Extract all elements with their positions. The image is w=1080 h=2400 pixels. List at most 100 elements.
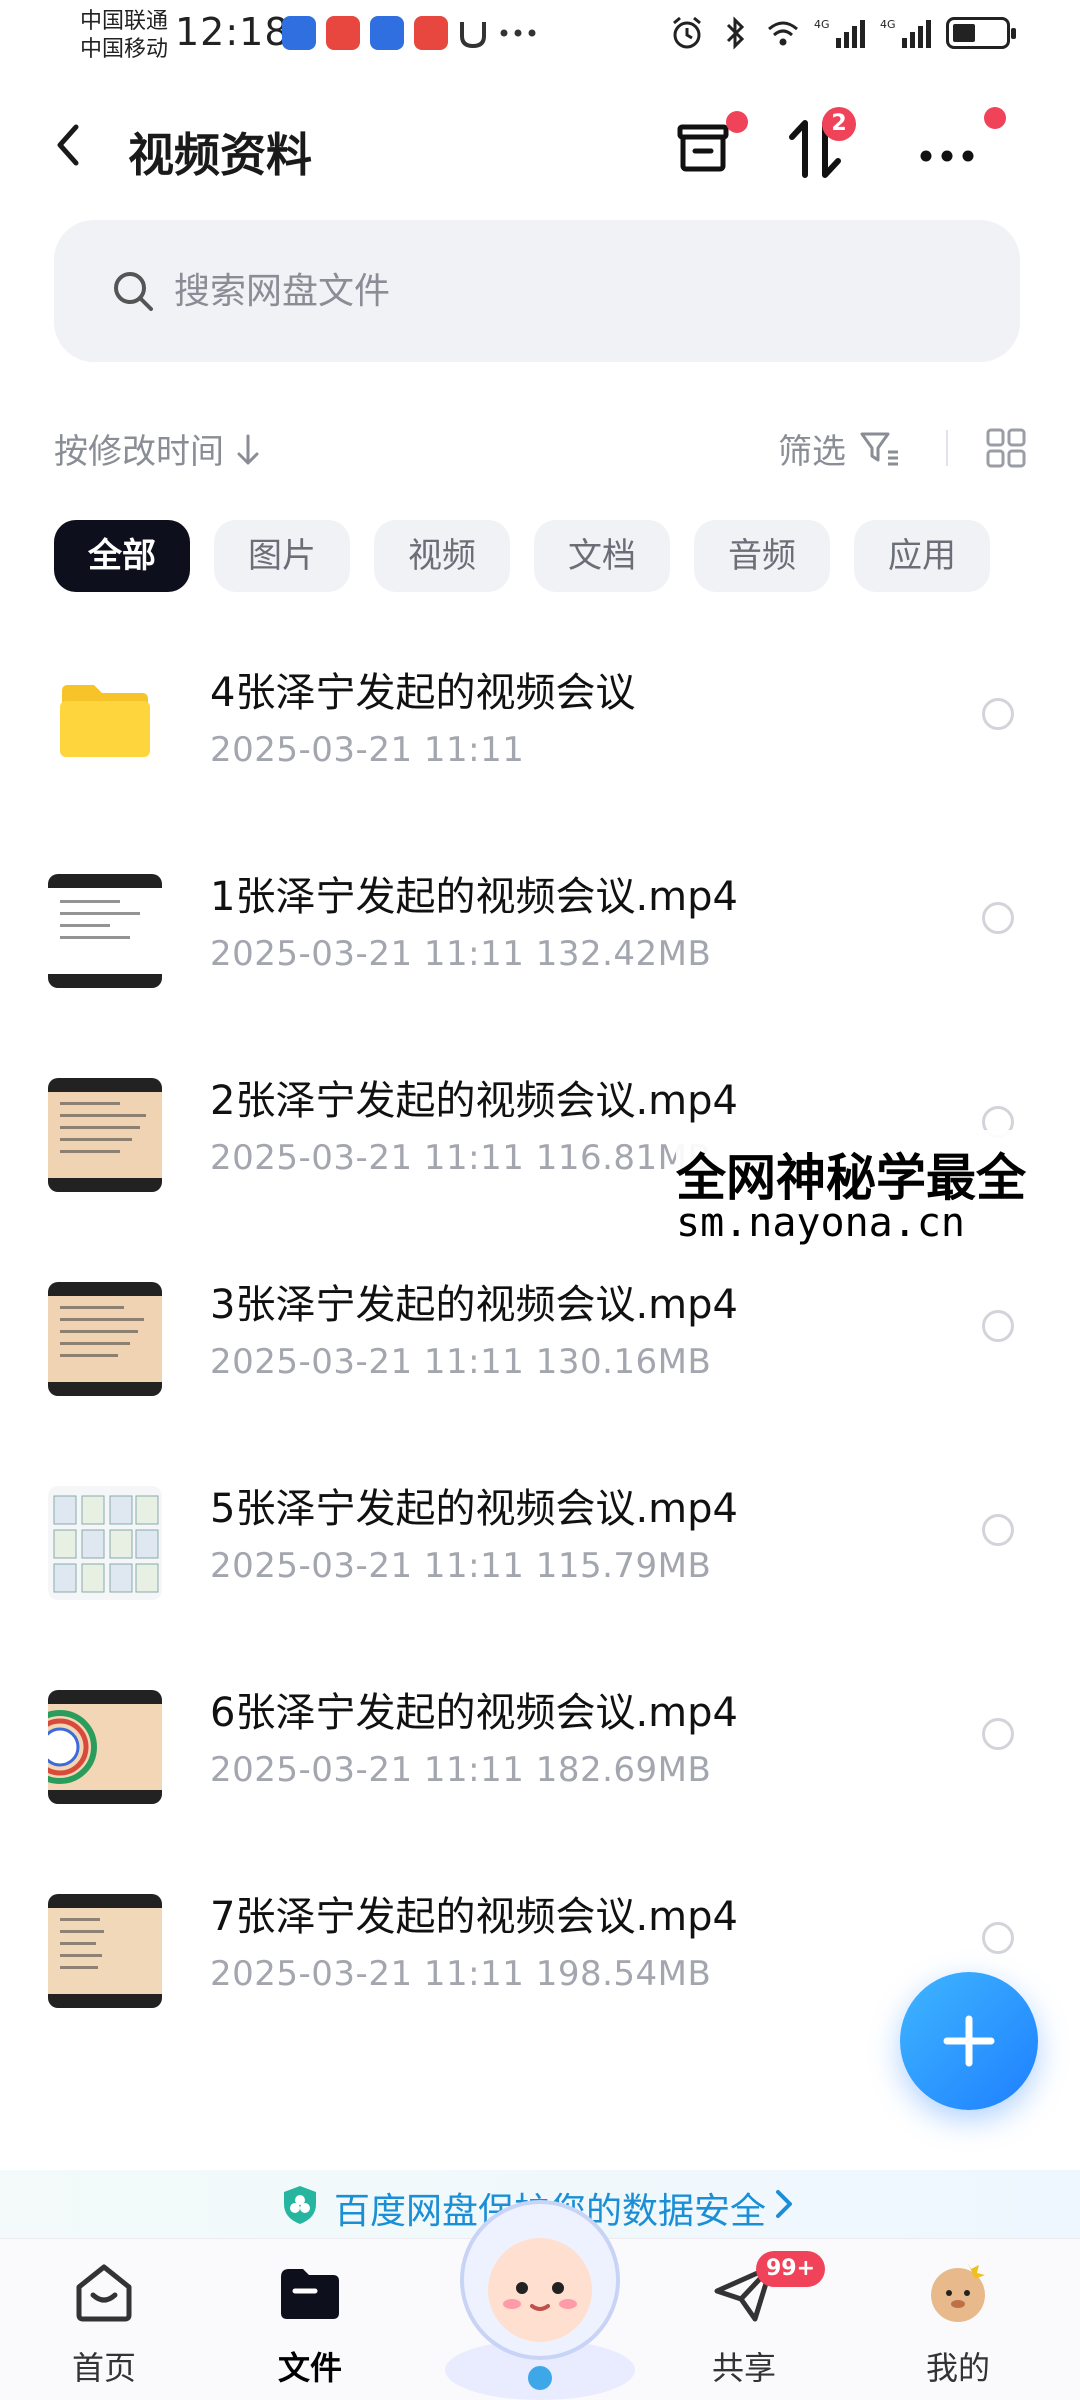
category-tabs: 全部 图片 视频 文档 音频 应用	[54, 520, 990, 592]
folder-icon	[281, 2269, 339, 2319]
filter-label[interactable]: 筛选	[778, 424, 846, 473]
watermark-url: sm.nayona.cn	[676, 1200, 965, 1246]
avatar-icon	[931, 2261, 985, 2322]
app-notification-icon	[282, 16, 316, 50]
transfer-badge: 2	[822, 107, 856, 141]
add-button[interactable]	[900, 1972, 1038, 2110]
nav-share[interactable]: 99+ 共享	[664, 2251, 826, 2397]
select-checkbox[interactable]	[982, 698, 1014, 730]
more-icon	[920, 150, 974, 162]
file-name: 6张泽宁发起的视频会议.mp4	[210, 1690, 738, 1736]
notification-dot	[726, 111, 748, 133]
file-meta: 2025-03-21 11:11 198.54MB	[210, 1954, 712, 1994]
select-checkbox[interactable]	[982, 902, 1014, 934]
video-thumbnail	[48, 1282, 162, 1396]
app-notification-icon	[370, 16, 404, 50]
video-thumbnail	[48, 1690, 162, 1804]
folder-icon	[60, 685, 150, 757]
plus-icon	[943, 2015, 995, 2067]
archive-button[interactable]	[668, 111, 748, 183]
search-input[interactable]	[174, 220, 974, 362]
wheel-diagram-thumbnail	[48, 1710, 97, 1784]
file-name: 5张泽宁发起的视频会议.mp4	[210, 1486, 738, 1532]
select-checkbox[interactable]	[982, 1514, 1014, 1546]
clock: 12:18	[175, 10, 290, 54]
arrow-down-icon	[237, 434, 259, 465]
file-meta: 2025-03-21 11:11 182.69MB	[210, 1750, 712, 1790]
tab-images[interactable]: 图片	[214, 520, 350, 592]
app-notification-icon	[414, 16, 448, 50]
file-name: 3张泽宁发起的视频会议.mp4	[210, 1282, 738, 1328]
notification-dot	[984, 107, 1006, 129]
file-name: 7张泽宁发起的视频会议.mp4	[210, 1894, 738, 1940]
divider	[946, 430, 948, 466]
watermark-overlay: 全网神秘学最全 sm.nayona.cn	[676, 1130, 1080, 1248]
network-2-label: 4G	[880, 18, 896, 31]
nav-share-label: 共享	[711, 2349, 776, 2387]
select-checkbox[interactable]	[982, 1718, 1014, 1750]
file-meta: 2025-03-21 11:11	[210, 730, 525, 770]
carrier-2: 中国移动	[80, 37, 169, 62]
system-status: 4G 4G	[670, 16, 1016, 50]
alarm-icon	[673, 16, 701, 49]
video-thumbnail	[48, 1894, 162, 2008]
signal-icon: 4G	[880, 18, 931, 48]
nav-home[interactable]: 首页	[24, 2257, 184, 2397]
transfer-button[interactable]: 2	[780, 107, 856, 183]
grid-view-icon[interactable]	[984, 426, 1028, 470]
file-list: 4张泽宁发起的视频会议 2025-03-21 11:11 1张泽宁发起的视频会议…	[0, 620, 1080, 2048]
tab-audio[interactable]: 音频	[694, 520, 830, 592]
wifi-icon	[768, 21, 798, 46]
file-meta: 2025-03-21 11:11 115.79MB	[210, 1546, 712, 1586]
chart-grid-thumbnail	[53, 1495, 159, 1593]
video-thumbnail	[48, 874, 162, 988]
file-name: 1张泽宁发起的视频会议.mp4	[210, 874, 738, 920]
back-arrow-icon[interactable]	[48, 117, 88, 173]
sort-label: 按修改时间	[54, 432, 224, 472]
nav-files-label: 文件	[277, 2349, 342, 2387]
home-icon	[76, 2264, 132, 2322]
notification-icons	[282, 16, 538, 50]
file-row-video[interactable]: 1张泽宁发起的视频会议.mp4 2025-03-21 11:11 132.42M…	[0, 824, 1080, 1028]
network-1-label: 4G	[814, 18, 830, 31]
file-name: 4张泽宁发起的视频会议	[210, 670, 636, 716]
nav-home-label: 首页	[71, 2349, 136, 2387]
notification-icon	[460, 22, 486, 49]
chevron-right-icon	[776, 2190, 792, 2218]
video-thumbnail	[48, 1078, 162, 1192]
file-row-video[interactable]: 5张泽宁发起的视频会议.mp4 2025-03-21 11:11 115.79M…	[0, 1436, 1080, 1640]
nav-files[interactable]: 文件	[230, 2257, 390, 2397]
carrier-1: 中国联通	[80, 9, 169, 34]
select-checkbox[interactable]	[982, 1922, 1014, 1954]
nav-mine-label: 我的	[925, 2349, 990, 2387]
carrier-info: 中国联通 中国移动	[80, 8, 168, 64]
search-bar[interactable]	[54, 220, 1020, 362]
bluetooth-icon	[726, 16, 745, 50]
shield-icon	[284, 2186, 316, 2224]
file-meta: 2025-03-21 11:11 130.16MB	[210, 1342, 712, 1382]
more-button[interactable]	[912, 107, 1006, 183]
app-notification-icon	[326, 16, 360, 50]
select-checkbox[interactable]	[982, 1310, 1014, 1342]
video-thumbnail	[48, 1486, 162, 1600]
signal-icon: 4G	[814, 18, 865, 48]
sort-row: 按修改时间 筛选	[0, 418, 1080, 478]
file-meta: 2025-03-21 11:11 132.42MB	[210, 934, 712, 974]
file-row-video[interactable]: 6张泽宁发起的视频会议.mp4 2025-03-21 11:11 182.69M…	[0, 1640, 1080, 1844]
search-icon	[114, 272, 153, 311]
file-meta: 2025-03-21 11:11 116.81MB	[210, 1138, 712, 1178]
more-notifications-icon	[500, 29, 536, 37]
file-row-folder[interactable]: 4张泽宁发起的视频会议 2025-03-21 11:11	[0, 620, 1080, 824]
status-bar: 中国联通 中国移动 12:18 4G 4G	[0, 0, 1080, 70]
tab-apps[interactable]: 应用	[854, 520, 990, 592]
battery-icon	[946, 17, 1016, 49]
sort-button[interactable]: 按修改时间	[54, 424, 261, 473]
nav-mine[interactable]: 我的	[878, 2257, 1038, 2397]
tab-videos[interactable]: 视频	[374, 520, 510, 592]
tab-documents[interactable]: 文档	[534, 520, 670, 592]
mascot-assistant-icon[interactable]	[430, 2180, 650, 2400]
share-badge: 99+	[756, 2251, 826, 2287]
tab-all[interactable]: 全部	[54, 520, 190, 592]
file-row-video[interactable]: 3张泽宁发起的视频会议.mp4 2025-03-21 11:11 130.16M…	[0, 1232, 1080, 1436]
filter-icon[interactable]	[858, 426, 902, 470]
